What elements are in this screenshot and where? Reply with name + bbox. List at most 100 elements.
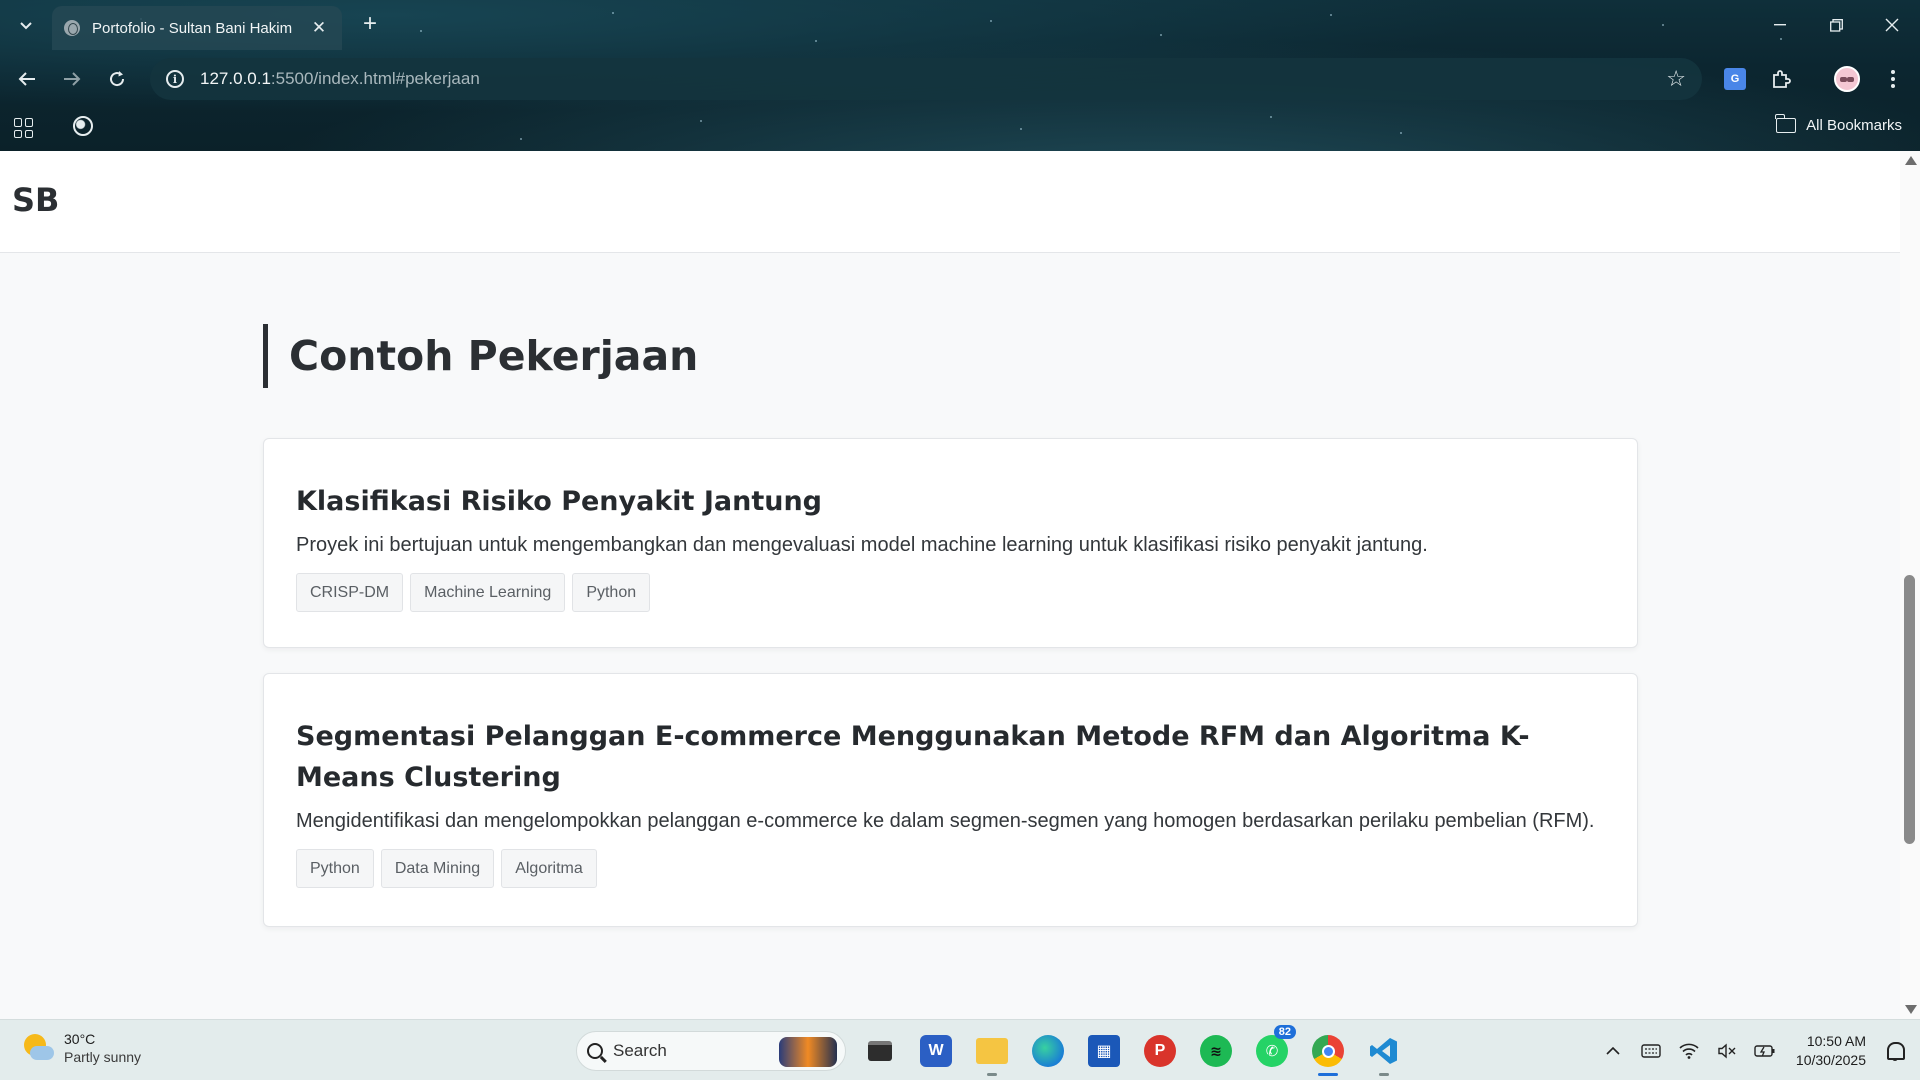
keyboard-icon[interactable]: [1636, 1036, 1666, 1066]
close-glyph: [1885, 18, 1899, 32]
tab-title: Portofolio - Sultan Bani Hakim: [92, 19, 293, 37]
clock-date: 10/30/2025: [1795, 1051, 1866, 1068]
bookmarks-bar: All Bookmarks: [0, 108, 1920, 150]
scroll-up-arrow-icon[interactable]: [1905, 156, 1917, 165]
search-icon: [587, 1043, 603, 1059]
back-glyph: [18, 72, 35, 86]
chevron-up-glyph: [1606, 1046, 1620, 1055]
vscode-glyph: [1368, 1035, 1400, 1067]
apps-grid-icon[interactable]: [14, 118, 34, 138]
tag: Python: [296, 849, 374, 888]
tag: Algoritma: [501, 849, 597, 888]
weather-condition: Partly sunny: [64, 1049, 142, 1065]
vscode-icon[interactable]: [1362, 1029, 1406, 1076]
site-info-icon[interactable]: i: [166, 70, 184, 88]
chrome-menu-icon[interactable]: [1878, 64, 1908, 94]
microsoft-store-icon[interactable]: ▦: [1082, 1029, 1126, 1073]
tab-search-button[interactable]: [12, 12, 40, 40]
whatsapp-icon[interactable]: ✆ 82: [1250, 1025, 1296, 1073]
search-label: Search: [613, 1041, 667, 1060]
windows-start-icon[interactable]: [524, 1031, 564, 1071]
google-translate-icon[interactable]: G: [1720, 64, 1750, 94]
task-view-glyph: [868, 1041, 892, 1061]
project-card: Klasifikasi Risiko Penyakit Jantung Proy…: [263, 438, 1638, 648]
tag: Data Mining: [380, 849, 495, 888]
project-description: Proyek ini bertujuan untuk mengembangkan…: [296, 534, 1428, 556]
minimize-glyph: [1774, 24, 1786, 26]
tag-list: Python Data Mining Algoritma: [296, 849, 1605, 888]
battery-glyph: [1754, 1044, 1775, 1057]
all-bookmarks-label: All Bookmarks: [1806, 117, 1902, 134]
store-glyph: ▦: [1088, 1035, 1120, 1067]
notification-badge: 82: [1273, 1025, 1296, 1039]
file-explorer-icon[interactable]: [970, 1029, 1014, 1076]
folder-glyph: [976, 1038, 1008, 1064]
pdf-reader-icon[interactable]: P: [1138, 1029, 1182, 1073]
spotify-icon[interactable]: ≋: [1194, 1029, 1238, 1073]
tag: Machine Learning: [410, 573, 566, 612]
site-header: SB: [0, 151, 1900, 253]
project-title: Segmentasi Pelanggan E-commerce Mengguna…: [296, 721, 1530, 793]
battery-icon[interactable]: [1750, 1036, 1780, 1066]
vscode-svg: [1370, 1038, 1397, 1064]
back-arrow-icon[interactable]: [12, 64, 42, 94]
bookmark-star-icon[interactable]: ☆: [1666, 66, 1686, 92]
profile-avatar[interactable]: [1832, 64, 1862, 94]
tag: Python: [572, 573, 651, 612]
forward-arrow-icon[interactable]: [57, 64, 87, 94]
browser-chrome: Portofolio - Sultan Bani Hakim ✕ + i 127…: [0, 0, 1920, 151]
new-tab-button[interactable]: +: [355, 10, 385, 40]
browser-tab[interactable]: Portofolio - Sultan Bani Hakim ✕: [52, 6, 342, 50]
scroll-down-arrow-icon[interactable]: [1905, 1005, 1917, 1014]
url-path: :5500/index.html#pekerjaan: [270, 69, 480, 88]
scrollbar-thumb[interactable]: [1904, 575, 1915, 844]
notification-bell-icon[interactable]: [1884, 1040, 1906, 1062]
avatar-image: [1834, 66, 1860, 92]
vertical-scrollbar[interactable]: [1900, 151, 1920, 1019]
extensions-puzzle-icon[interactable]: [1766, 64, 1796, 94]
wifi-icon[interactable]: [1674, 1036, 1704, 1066]
close-tab-icon[interactable]: ✕: [308, 18, 330, 38]
minimize-icon[interactable]: [1752, 0, 1808, 50]
word-icon[interactable]: W: [914, 1029, 958, 1073]
site-logo[interactable]: SB: [12, 181, 59, 219]
wifi-glyph: [1679, 1043, 1699, 1059]
keyboard-glyph: [1641, 1043, 1661, 1058]
address-bar[interactable]: i 127.0.0.1:5500/index.html#pekerjaan ☆: [150, 58, 1702, 100]
project-description: Mengidentifikasi dan mengelompokkan pela…: [296, 810, 1595, 832]
active-indicator: [1318, 1073, 1338, 1076]
task-view-icon[interactable]: [858, 1029, 902, 1073]
chrome-glyph: [1312, 1035, 1344, 1067]
clock-time: 10:50 AM: [1806, 1032, 1866, 1049]
edge-icon[interactable]: [1026, 1029, 1070, 1073]
weather-text: 30°C Partly sunny: [64, 1030, 141, 1066]
folder-icon: [1775, 114, 1797, 133]
volume-muted-icon[interactable]: [1712, 1036, 1742, 1066]
kebab-glyph: [1891, 70, 1895, 88]
show-hidden-icons-chevron-icon[interactable]: [1598, 1036, 1628, 1066]
taskbar-apps: Search W ▦ P ≋ ✆ 82: [524, 1025, 1406, 1076]
restore-glyph: [1829, 18, 1843, 32]
page-viewport: SB Contoh Pekerjaan Klasifikasi Risiko P…: [0, 151, 1920, 1019]
taskbar-search[interactable]: Search: [576, 1031, 846, 1071]
tag-list: CRISP-DM Machine Learning Python: [296, 573, 1605, 612]
spotify-glyph: ≋: [1200, 1035, 1232, 1067]
close-window-icon[interactable]: [1864, 0, 1920, 50]
globe-bookmark-icon[interactable]: [73, 116, 93, 136]
word-glyph: W: [920, 1035, 952, 1067]
restore-icon[interactable]: [1808, 0, 1864, 50]
running-indicator: [987, 1073, 997, 1076]
url-host: 127.0.0.1: [200, 69, 271, 88]
search-highlight-image: [779, 1037, 837, 1067]
window-controls: [1752, 0, 1920, 50]
weather-temperature: 30°C: [64, 1031, 96, 1047]
translate-glyph: G: [1724, 68, 1746, 90]
weather-widget[interactable]: 30°C Partly sunny: [22, 1030, 141, 1066]
edge-glyph: [1032, 1035, 1064, 1067]
system-clock[interactable]: 10:50 AM 10/30/2025: [1796, 1032, 1866, 1070]
reload-icon[interactable]: [102, 64, 132, 94]
chrome-icon[interactable]: [1306, 1029, 1350, 1076]
all-bookmarks-button[interactable]: All Bookmarks: [1775, 114, 1902, 134]
project-card: Segmentasi Pelanggan E-commerce Mengguna…: [263, 673, 1638, 927]
section-title: Contoh Pekerjaan: [263, 324, 698, 388]
